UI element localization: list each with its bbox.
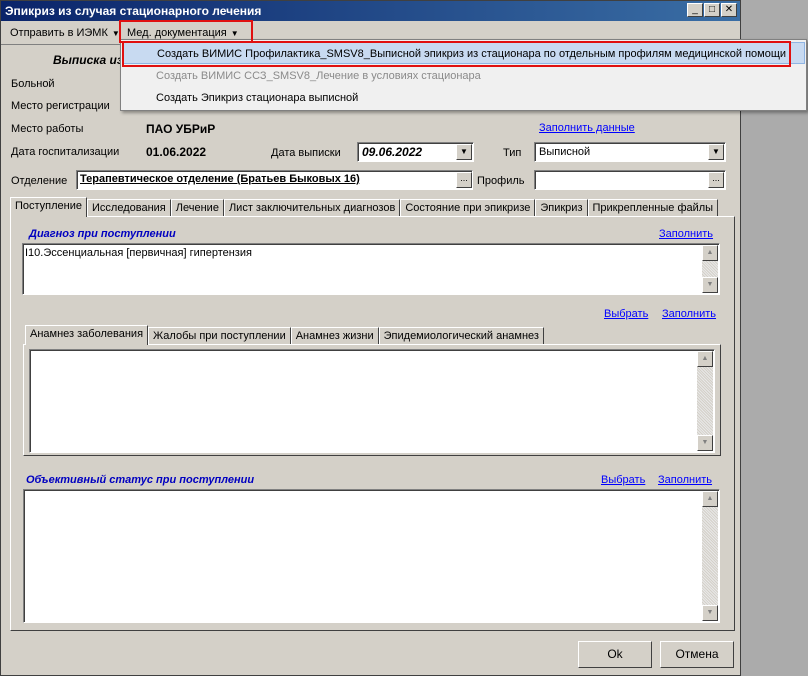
type-select[interactable]: Выписной ▼: [534, 142, 726, 162]
scroll-down-icon[interactable]: ▼: [702, 277, 718, 293]
tab-treatment[interactable]: Лечение: [170, 199, 224, 217]
discharge-date-input[interactable]: 09.06.2022 ▼: [357, 142, 474, 162]
tab-final-diagnoses[interactable]: Лист заключительных диагнозов: [223, 199, 401, 217]
type-label: Тип: [503, 147, 522, 159]
hosp-date-label: Дата госпитализации: [11, 146, 120, 158]
med-docs-dropdown-menu: Создать ВИМИС Профилактика_SMSV8_Выписно…: [120, 39, 807, 111]
anamnesis-panel: ▲ ▼: [23, 344, 721, 456]
diagnosis-textarea[interactable]: I10.Эссенциальная [первичная] гипертензи…: [22, 243, 720, 295]
tab-epicrisis[interactable]: Эпикриз: [535, 199, 588, 217]
objective-status-title: Объективный статус при поступлении: [26, 474, 255, 486]
tab-complaints[interactable]: Жалобы при поступлении: [148, 327, 291, 345]
objective-fill-link[interactable]: Заполнить: [658, 474, 712, 486]
profile-label: Профиль: [477, 175, 525, 187]
maximize-icon[interactable]: □: [704, 3, 720, 17]
department-input[interactable]: Терапевтическое отделение (Братьев Быков…: [76, 170, 473, 190]
type-value: Выписной: [539, 146, 591, 158]
main-tabs: Поступление Исследования Лечение Лист за…: [10, 197, 719, 217]
chevron-down-icon: ▼: [111, 29, 120, 38]
scroll-up-icon[interactable]: ▲: [702, 491, 718, 507]
menu-item-vimis-ssz[interactable]: Создать ВИМИС ССЗ_SMSV8_Лечение в услови…: [122, 65, 805, 87]
chevron-down-icon[interactable]: ▼: [456, 144, 472, 160]
anamnesis-textarea[interactable]: ▲ ▼: [29, 349, 715, 453]
minimize-icon[interactable]: _: [687, 3, 703, 17]
diagnosis-scrollbar[interactable]: ▲ ▼: [702, 245, 718, 293]
department-ellipsis-button[interactable]: ...: [456, 172, 472, 188]
menu-item-discharge-epicrisis[interactable]: Создать Эпикриз стационара выписной: [122, 87, 805, 109]
diagnosis-fill-link[interactable]: Заполнить: [659, 228, 713, 240]
chevron-down-icon: ▼: [230, 29, 239, 38]
patient-label: Больной: [11, 78, 55, 90]
window-title: Эпикриз из случая стационарного лечения: [5, 4, 262, 18]
tab-epidemiological-anamnesis[interactable]: Эпидемиологический анамнез: [378, 327, 544, 345]
discharge-date-value: 09.06.2022: [362, 145, 423, 159]
admission-panel: Диагноз при поступлении Заполнить I10.Эс…: [10, 216, 735, 631]
anamnesis-choose-link[interactable]: Выбрать: [604, 308, 648, 320]
chevron-down-icon[interactable]: ▼: [708, 144, 724, 160]
tab-disease-anamnesis[interactable]: Анамнез заболевания: [25, 325, 149, 345]
anamnesis-scrollbar[interactable]: ▲ ▼: [697, 351, 713, 451]
department-label: Отделение: [11, 175, 68, 187]
objective-choose-link[interactable]: Выбрать: [601, 474, 645, 486]
scroll-up-icon[interactable]: ▲: [702, 245, 718, 261]
registration-label: Место регистрации: [11, 100, 110, 112]
profile-ellipsis-button[interactable]: ...: [708, 172, 724, 188]
tab-research[interactable]: Исследования: [87, 199, 171, 217]
diagnosis-text: I10.Эссенциальная [первичная] гипертензи…: [25, 247, 252, 259]
close-icon[interactable]: ✕: [721, 3, 737, 17]
anamnesis-tabs: Анамнез заболевания Жалобы при поступлен…: [25, 325, 544, 345]
vypiska-heading: Выписка из: [53, 53, 123, 67]
work-value: ПАО УБРиР: [146, 122, 216, 136]
fill-data-link[interactable]: Заполнить данные: [539, 122, 635, 134]
discharge-date-label: Дата выписки: [271, 147, 341, 159]
tab-admission[interactable]: Поступление: [10, 197, 88, 217]
diagnosis-title: Диагноз при поступлении: [29, 228, 176, 240]
send-iemk-label: Отправить в ИЭМК: [10, 27, 108, 39]
hosp-date-value: 01.06.2022: [146, 145, 207, 159]
menu-item-vimis-prophylaxis[interactable]: Создать ВИМИС Профилактика_SMSV8_Выписно…: [122, 42, 805, 64]
tab-epicrisis-state[interactable]: Состояние при эпикризе: [400, 199, 536, 217]
ok-button[interactable]: Ok: [578, 641, 652, 668]
tab-life-anamnesis[interactable]: Анамнез жизни: [290, 327, 379, 345]
tab-attached-files[interactable]: Прикрепленные файлы: [587, 199, 719, 217]
med-docs-label: Мед. документация: [127, 27, 227, 39]
cancel-button[interactable]: Отмена: [660, 641, 734, 668]
profile-input[interactable]: [534, 170, 726, 190]
objective-scrollbar[interactable]: ▲ ▼: [702, 491, 718, 621]
scroll-down-icon[interactable]: ▼: [697, 435, 713, 451]
send-iemk-button[interactable]: Отправить в ИЭМК ▼: [7, 23, 123, 43]
objective-status-textarea[interactable]: ▲ ▼: [23, 489, 720, 623]
department-value: Терапевтическое отделение (Братьев Быков…: [80, 173, 360, 185]
anamnesis-fill-link[interactable]: Заполнить: [662, 308, 716, 320]
work-label: Место работы: [11, 123, 84, 135]
window-titlebar[interactable]: Эпикриз из случая стационарного лечения: [1, 1, 740, 21]
scroll-up-icon[interactable]: ▲: [697, 351, 713, 367]
scroll-down-icon[interactable]: ▼: [702, 605, 718, 621]
